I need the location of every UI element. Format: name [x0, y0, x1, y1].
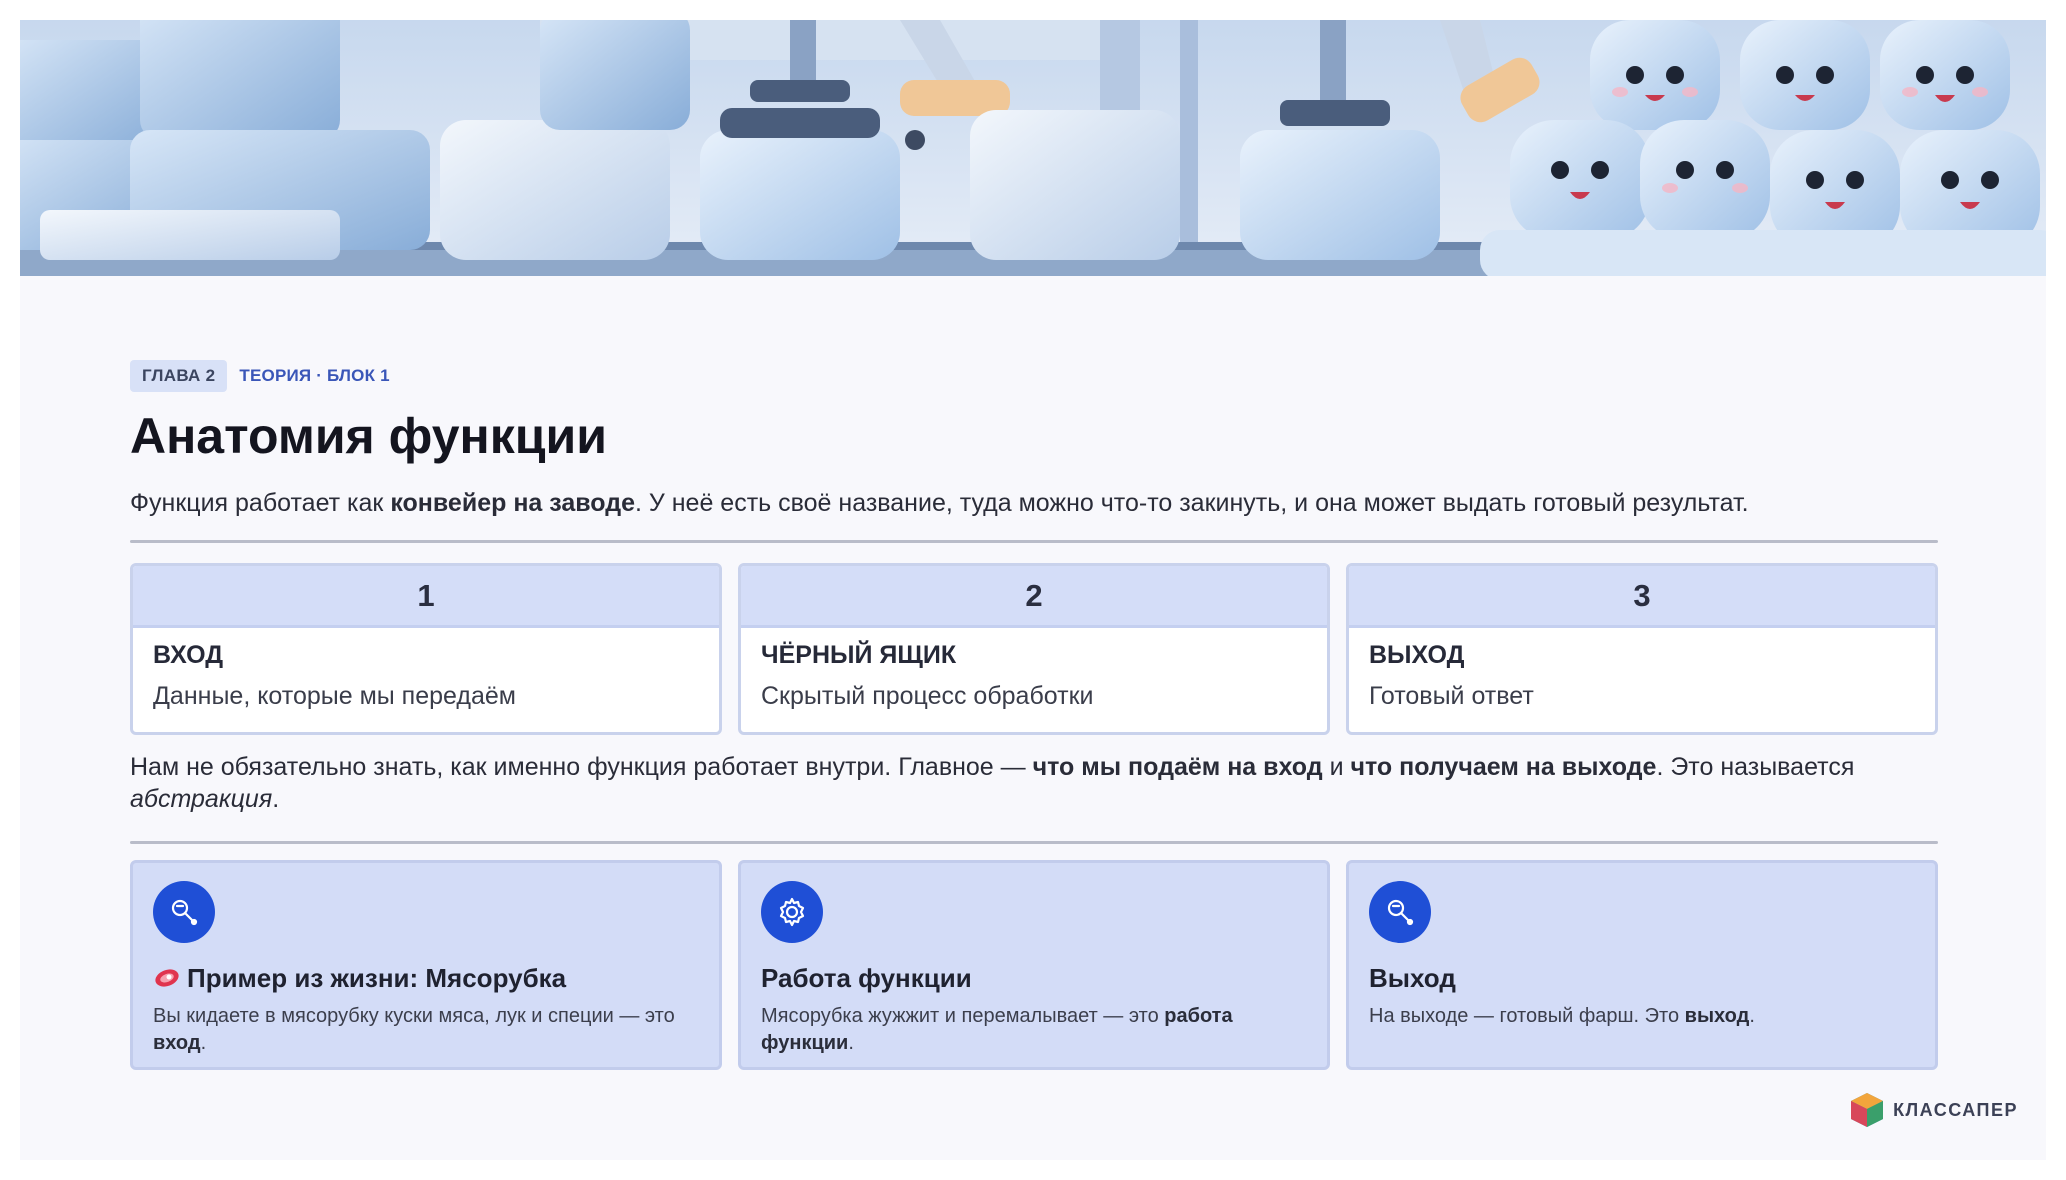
factory-banner-illustration: [20, 20, 2046, 276]
example-card-grinder: Пример из жизни: Мясорубка Вы кидаете в …: [130, 860, 722, 1070]
example-card-processing: Работа функции Мясорубка жужжит и перема…: [738, 860, 1330, 1070]
step-number: 3: [1349, 566, 1935, 628]
divider: [130, 841, 1938, 844]
brand-logo: КЛАССАПЕР: [1847, 1090, 2018, 1130]
divider: [130, 540, 1938, 543]
cube-logo-icon: [1851, 1093, 1884, 1127]
content: ГЛАВА 2 ТЕОРИЯ · БЛОК 1 Анатомия функции…: [130, 360, 1938, 1070]
step-card-output: 3 ВЫХОД Готовый ответ: [1346, 563, 1938, 735]
breadcrumb: ГЛАВА 2 ТЕОРИЯ · БЛОК 1: [130, 360, 1938, 392]
card-description: На выходе — готовый фарш. Это выход.: [1369, 1005, 1755, 1027]
step-description: Скрытый процесс обработки: [761, 682, 1094, 710]
page-title: Анатомия функции: [130, 408, 607, 464]
meat-grinder-icon: [153, 881, 215, 943]
step-title: ВХОД: [153, 641, 224, 669]
step-card-input: 1 ВХОД Данные, которые мы передаём: [130, 563, 722, 735]
step-description: Готовый ответ: [1369, 682, 1534, 710]
card-description: Вы кидаете в мясорубку куски мяса, лук и…: [153, 1005, 675, 1054]
abstraction-note: Нам не обязательно знать, как именно фун…: [130, 753, 1855, 813]
example-card-output: Выход На выходе — готовый фарш. Это выхо…: [1346, 860, 1938, 1070]
gear-icon: [761, 881, 823, 943]
step-card-black-box: 2 ЧЁРНЫЙ ЯЩИК Скрытый процесс обработки: [738, 563, 1330, 735]
lead-paragraph: Функция работает как конвейер на заводе.…: [130, 489, 1749, 517]
slide: ГЛАВА 2 ТЕОРИЯ · БЛОК 1 Анатомия функции…: [20, 20, 2046, 1160]
section-label: ТЕОРИЯ · БЛОК 1: [239, 366, 390, 385]
example-cards-row: Пример из жизни: Мясорубка Вы кидаете в …: [130, 860, 1938, 1070]
step-title: ВЫХОД: [1369, 641, 1465, 669]
meat-icon: [155, 969, 179, 987]
meat-grinder-icon: [1369, 881, 1431, 943]
steps-row: 1 ВХОД Данные, которые мы передаём 2 ЧЁР…: [130, 563, 1938, 735]
card-title: Работа функции: [761, 963, 972, 993]
step-title: ЧЁРНЫЙ ЯЩИК: [761, 641, 957, 669]
card-title: Пример из жизни: Мясорубка: [153, 961, 699, 995]
chapter-chip: ГЛАВА 2: [130, 360, 228, 392]
brand-name: КЛАССАПЕР: [1893, 1099, 2018, 1120]
step-description: Данные, которые мы передаём: [153, 682, 516, 710]
step-number: 2: [741, 566, 1327, 628]
step-number: 1: [133, 566, 719, 628]
card-description: Мясорубка жужжит и перемалывает — это ра…: [761, 1005, 1233, 1054]
card-title: Выход: [1369, 963, 1456, 993]
